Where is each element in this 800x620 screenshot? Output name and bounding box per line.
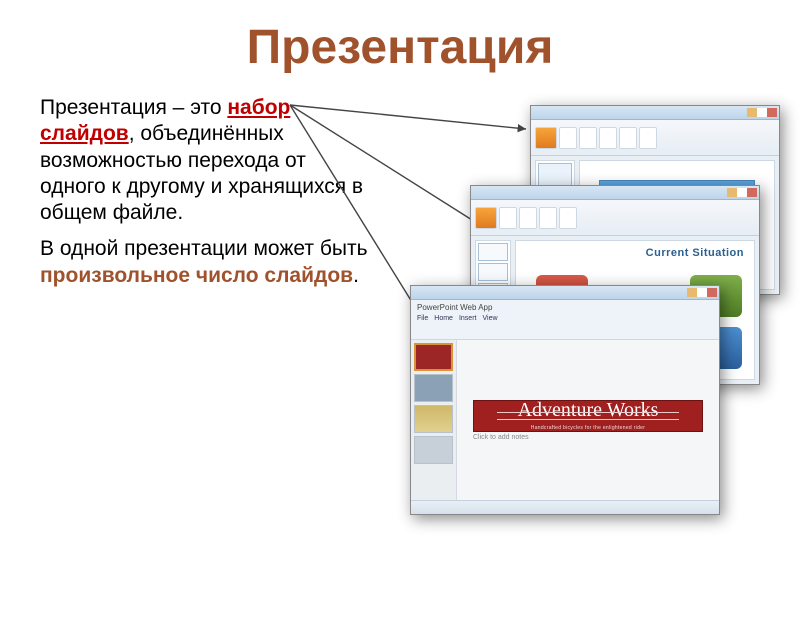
- win3-thumbnails: [411, 340, 457, 500]
- p1-pre: Презентация – это: [40, 96, 227, 119]
- ribbon-button: [639, 127, 657, 149]
- ribbon-button: [499, 207, 517, 229]
- win2-ribbon: [471, 200, 759, 236]
- win3-notes-placeholder: Click to add notes: [473, 434, 703, 441]
- ribbon-button: [559, 127, 577, 149]
- thumb-2: [414, 374, 453, 402]
- ribbon-file-button: [475, 207, 497, 229]
- ribbon-button: [599, 127, 617, 149]
- win3-slide-subtitle: Handcrafted bicycles for the enlightened…: [531, 425, 645, 431]
- thumb-3: [414, 405, 453, 433]
- p2-highlight: произвольное число слайдов: [40, 264, 353, 287]
- text-column: Презентация – это набор слайдов, объедин…: [40, 95, 380, 555]
- win3-slide-title: Adventure Works: [518, 401, 659, 419]
- ribbon-button: [559, 207, 577, 229]
- win3-toolbar-label: PowerPoint Web App: [417, 303, 713, 312]
- paragraph-2: В одной презентации может быть произволь…: [40, 236, 370, 289]
- win3-editor: Adventure Works Handcrafted bicycles for…: [457, 340, 719, 500]
- win2-titlebar: [471, 186, 759, 200]
- win3-tabs: FileHomeInsertView: [417, 315, 713, 322]
- thumb-1: [414, 343, 453, 371]
- win3-statusbar: [411, 500, 719, 514]
- ribbon-button: [539, 207, 557, 229]
- win1-ribbon: [531, 120, 779, 156]
- p2-post: .: [353, 264, 359, 287]
- win1-titlebar: [531, 106, 779, 120]
- win2-slide-title: Current Situation: [522, 247, 748, 259]
- content-area: Презентация – это набор слайдов, объедин…: [0, 95, 800, 555]
- ribbon-button: [619, 127, 637, 149]
- paragraph-1: Презентация – это набор слайдов, объедин…: [40, 95, 370, 226]
- win3-titlebar: [411, 286, 719, 300]
- thumb-4: [414, 436, 453, 464]
- slide-title: Презентация: [0, 20, 800, 75]
- visual-column: Current Situation PowerPoint Web App Fil…: [380, 95, 760, 555]
- p2-pre: В одной презентации может быть: [40, 237, 368, 260]
- ribbon-button: [519, 207, 537, 229]
- win3-slide: Adventure Works Handcrafted bicycles for…: [473, 400, 703, 432]
- ribbon-file-button: [535, 127, 557, 149]
- ribbon-button: [579, 127, 597, 149]
- win3-body: Adventure Works Handcrafted bicycles for…: [411, 340, 719, 500]
- win3-toolbar: PowerPoint Web App FileHomeInsertView: [411, 300, 719, 340]
- screenshot-window-3: PowerPoint Web App FileHomeInsertView: [410, 285, 720, 515]
